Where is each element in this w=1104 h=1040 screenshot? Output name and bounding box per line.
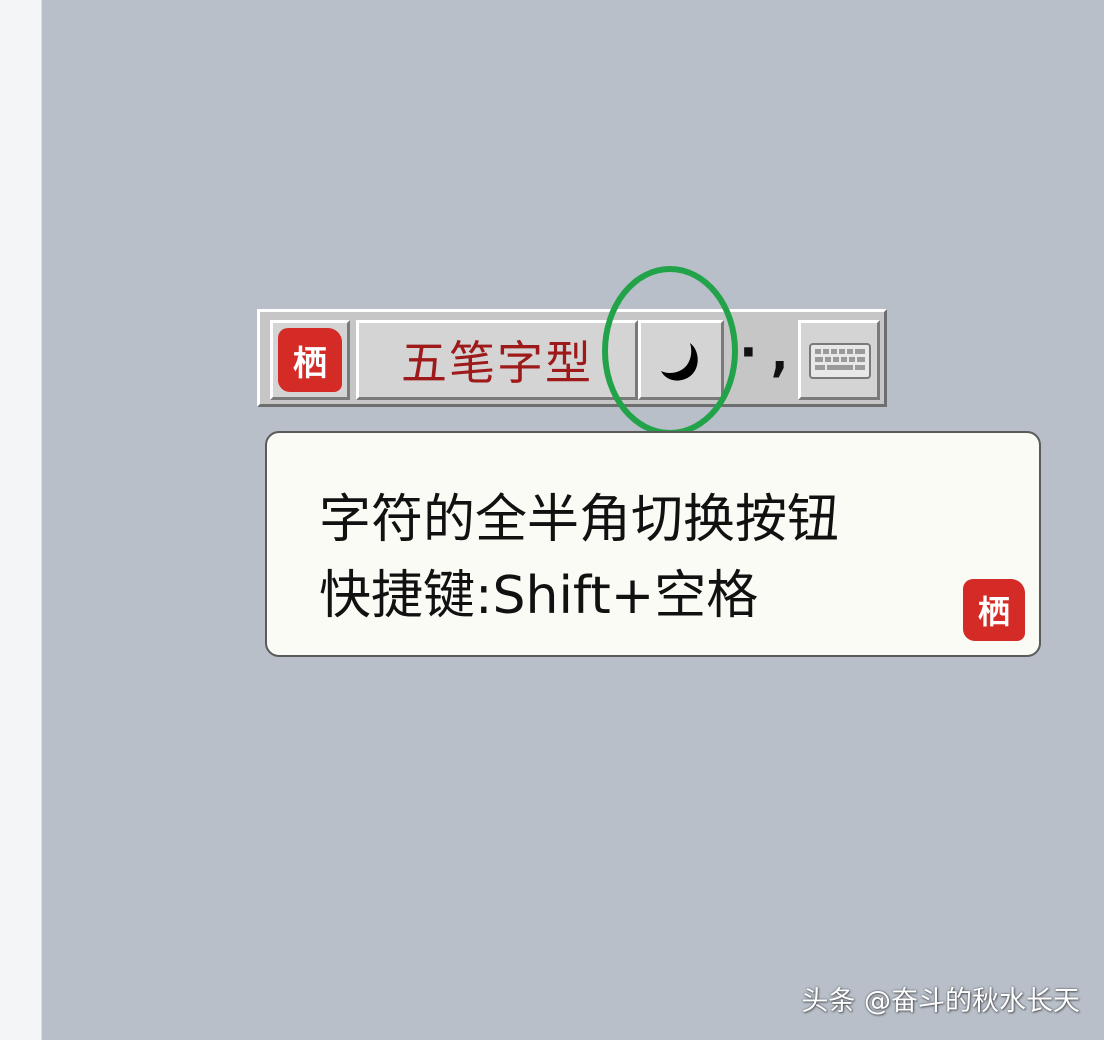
tooltip-seal-icon: 栖: [963, 579, 1025, 641]
keyboard-icon: [809, 343, 871, 379]
tooltip-description: 字符的全半角切换按钮: [319, 490, 840, 550]
ime-name-button[interactable]: 五笔字型: [356, 320, 638, 400]
ime-logo-seal-icon: 栖: [278, 328, 342, 392]
highlight-circle: [602, 266, 738, 436]
ime-status-bar: 栖 五笔字型 ·,: [257, 309, 887, 407]
tooltip-box: 字符的全半角切换按钮 快捷键:Shift+空格 栖: [265, 431, 1041, 657]
ime-logo-button[interactable]: 栖: [270, 320, 350, 400]
ime-logo-glyph: 栖: [293, 343, 327, 384]
chinese-punctuation-icon: ·,: [732, 323, 796, 383]
tooltip-seal-glyph: 栖: [977, 593, 1010, 631]
left-margin-strip: [0, 0, 42, 1040]
tooltip-shortcut: 快捷键:Shift+空格: [319, 566, 759, 626]
soft-keyboard-button[interactable]: [798, 320, 880, 400]
watermark: 头条 @奋斗的秋水长天: [801, 986, 1080, 1017]
ime-name-label: 五笔字型: [401, 336, 593, 390]
punctuation-toggle-button[interactable]: ·,: [730, 320, 798, 400]
